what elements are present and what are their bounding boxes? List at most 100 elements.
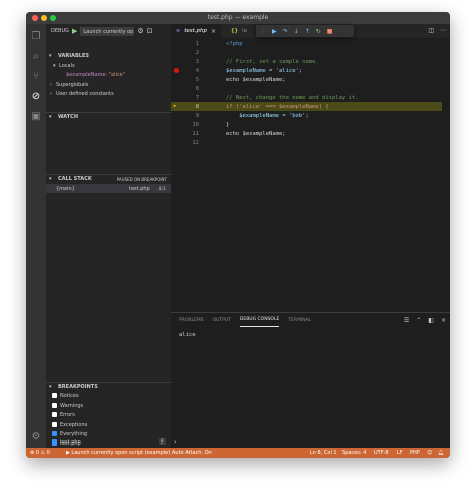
code-line-11: 11 echo $exampleName; (192, 130, 286, 137)
code-line-1: 1 <?php (195, 40, 243, 47)
toggle-panel-icon[interactable]: ◧ (428, 317, 434, 324)
file-breakpoint[interactable]: test.php 8 (52, 437, 171, 446)
checkbox[interactable] (52, 412, 57, 417)
exception-breakpoint-warnings[interactable]: Warnings (52, 401, 83, 410)
code-line-8-current: ➤ 8 if ('alice' === $exampleName) { (171, 102, 442, 111)
checkbox-checked[interactable] (52, 439, 57, 444)
split-editor-icon[interactable]: ◫ (428, 27, 434, 34)
editor-tab-bar: ≡ test.php × {} la ⋮ ▶ ↷ ↓ ↑ ↻ ■ ◫ ⋯ (171, 24, 450, 38)
search-icon[interactable]: ⌕ (30, 50, 42, 62)
code-line-9: 9 $exampleName = 'bob'; (195, 112, 309, 119)
code-line-7: 7 // Next, change the name and display i… (195, 94, 359, 101)
chevron-down-icon: ▾ (49, 52, 52, 59)
locals-scope[interactable]: ▾ Locals (46, 61, 171, 70)
call-stack-section-header[interactable]: ▾ CALL STACK PAUSED ON BREAKPOINT (46, 174, 171, 183)
current-execution-arrow-icon[interactable]: ➤ (173, 103, 177, 110)
close-tab-icon[interactable]: × (211, 28, 216, 35)
close-panel-icon[interactable]: × (441, 317, 446, 324)
debug-toolbar: DEBUG ▶ Launch currently op ⚙ ⊡ (46, 24, 171, 38)
debug-label: DEBUG (51, 28, 69, 34)
call-stack-status: PAUSED ON BREAKPOINT (116, 176, 167, 182)
more-actions-icon[interactable]: ⋯ (440, 27, 446, 34)
indentation[interactable]: Spaces: 4 (342, 450, 366, 456)
checkbox[interactable] (52, 403, 57, 408)
debug-console-input[interactable]: › (174, 438, 177, 446)
frame-file: test.php (129, 185, 150, 192)
chevron-down-icon: ▾ (49, 176, 52, 182)
tab-output[interactable]: OUTPUT (213, 313, 231, 327)
debug-sidebar: DEBUG ▶ Launch currently op ⚙ ⊡ ▾ VARIAB… (46, 24, 171, 448)
variables-section-header[interactable]: ▾ VARIABLES (46, 51, 171, 60)
watch-section-header[interactable]: ▾ WATCH (46, 112, 171, 121)
encoding[interactable]: UTF-8 (374, 450, 389, 456)
debug-icon[interactable]: ⊘ (30, 90, 42, 102)
launch-config-status[interactable]: ▶ Launch currently open script (example) (66, 450, 170, 456)
breakpoints-section-header[interactable]: ▾ BREAKPOINTS (46, 382, 171, 391)
checkbox[interactable] (52, 393, 57, 398)
editor-area: ≡ test.php × {} la ⋮ ▶ ↷ ↓ ↑ ↻ ■ ◫ ⋯ 1 <… (171, 24, 450, 312)
tab-launch-json[interactable]: {} la (226, 24, 252, 38)
call-stack-frame[interactable]: {main} test.php 8:1 (46, 184, 171, 193)
code-line-2: 2 (195, 49, 199, 56)
drag-handle-icon[interactable]: ⋮ (260, 28, 266, 35)
feedback-icon[interactable]: ☺ (427, 450, 432, 456)
editor-actions: ◫ ⋯ (428, 27, 446, 34)
debug-console-output: alice (179, 332, 196, 338)
bottom-panel: PROBLEMS OUTPUT DEBUG CONSOLE TERMINAL ☰… (171, 312, 450, 448)
clear-console-icon[interactable]: ☰ (404, 317, 409, 324)
extensions-icon[interactable]: ▣ (30, 110, 42, 122)
problems-count[interactable]: ⊗ 0 ⚠ 0 (30, 450, 50, 456)
exception-breakpoint-errors[interactable]: Errors (52, 410, 75, 419)
checkbox[interactable] (52, 422, 57, 427)
code-line-5: 5 echo $exampleName; (195, 76, 286, 83)
step-over-icon[interactable]: ↷ (283, 28, 288, 35)
status-bar: ⊗ 0 ⚠ 0 ▶ Launch currently open script (… (26, 448, 450, 458)
php-file-icon: ≡ (176, 28, 181, 34)
notifications-bell-icon[interactable]: 🔔︎ (438, 450, 444, 456)
chevron-down-icon: ▾ (49, 114, 52, 120)
tab-test-php[interactable]: ≡ test.php × (171, 24, 222, 38)
step-into-icon[interactable]: ↓ (294, 28, 299, 35)
title-bar: test.php — example (26, 12, 450, 24)
variable-value: "alice" (108, 71, 126, 78)
variable-name: $exampleName: (66, 71, 108, 78)
launch-config-select[interactable]: Launch currently op (80, 26, 135, 36)
code-line-4: 4 $exampleName = 'alice'; (171, 66, 450, 75)
json-file-icon: {} (231, 28, 239, 34)
code-line-3: 3 // First, set a sample name. (195, 58, 319, 65)
settings-gear-icon[interactable]: ⚙ (30, 430, 42, 442)
vscode-window: test.php — example ❐ ⌕ ⑂ ⊘ ▣ ⚙ DEBUG ▶ L… (26, 12, 450, 458)
step-out-icon[interactable]: ↑ (305, 28, 310, 35)
code-line-6: 6 (195, 85, 199, 92)
tab-terminal[interactable]: TERMINAL (288, 313, 311, 327)
tab-debug-console[interactable]: DEBUG CONSOLE (239, 313, 280, 327)
language-mode[interactable]: PHP (410, 450, 420, 456)
files-icon[interactable]: ❐ (30, 30, 42, 42)
code-line-12: 12 (192, 139, 199, 146)
stop-icon[interactable]: ■ (327, 28, 333, 35)
maximize-panel-icon[interactable]: ⌃ (416, 317, 421, 324)
user-constants-scope[interactable]: › User defined constants (46, 89, 171, 98)
source-control-icon[interactable]: ⑂ (30, 70, 42, 82)
continue-icon[interactable]: ▶ (272, 28, 277, 35)
panel-actions: ☰ ⌃ ◧ × (404, 317, 446, 324)
cursor-position[interactable]: Ln 8, Col 1 (310, 450, 337, 456)
code-line-10: 10 } (192, 121, 230, 128)
debug-console-icon[interactable]: ⊡ (147, 27, 153, 35)
exception-breakpoint-notices[interactable]: Notices (52, 391, 79, 400)
frame-name: {main} (56, 185, 75, 192)
gear-icon[interactable]: ⚙ (137, 27, 143, 35)
frame-line-badge: 8:1 (157, 186, 168, 191)
start-debugging-icon[interactable]: ▶ (72, 27, 77, 35)
tab-problems[interactable]: PROBLEMS (179, 313, 204, 327)
restart-icon[interactable]: ↻ (316, 28, 321, 35)
line-ending[interactable]: LF (397, 450, 403, 456)
auto-attach-status[interactable]: Auto Attach: On (172, 450, 212, 456)
variable-row[interactable]: $exampleName: "alice" (46, 70, 171, 79)
checkbox-checked[interactable] (52, 431, 57, 436)
superglobals-scope[interactable]: › Superglobals (46, 80, 171, 89)
window-title: test.php — example (207, 14, 269, 21)
debug-floating-toolbar: ⋮ ▶ ↷ ↓ ↑ ↻ ■ (256, 25, 354, 37)
breakpoint-line-badge: 8 (159, 438, 166, 443)
exception-breakpoint-exceptions[interactable]: Exceptions (52, 420, 87, 429)
